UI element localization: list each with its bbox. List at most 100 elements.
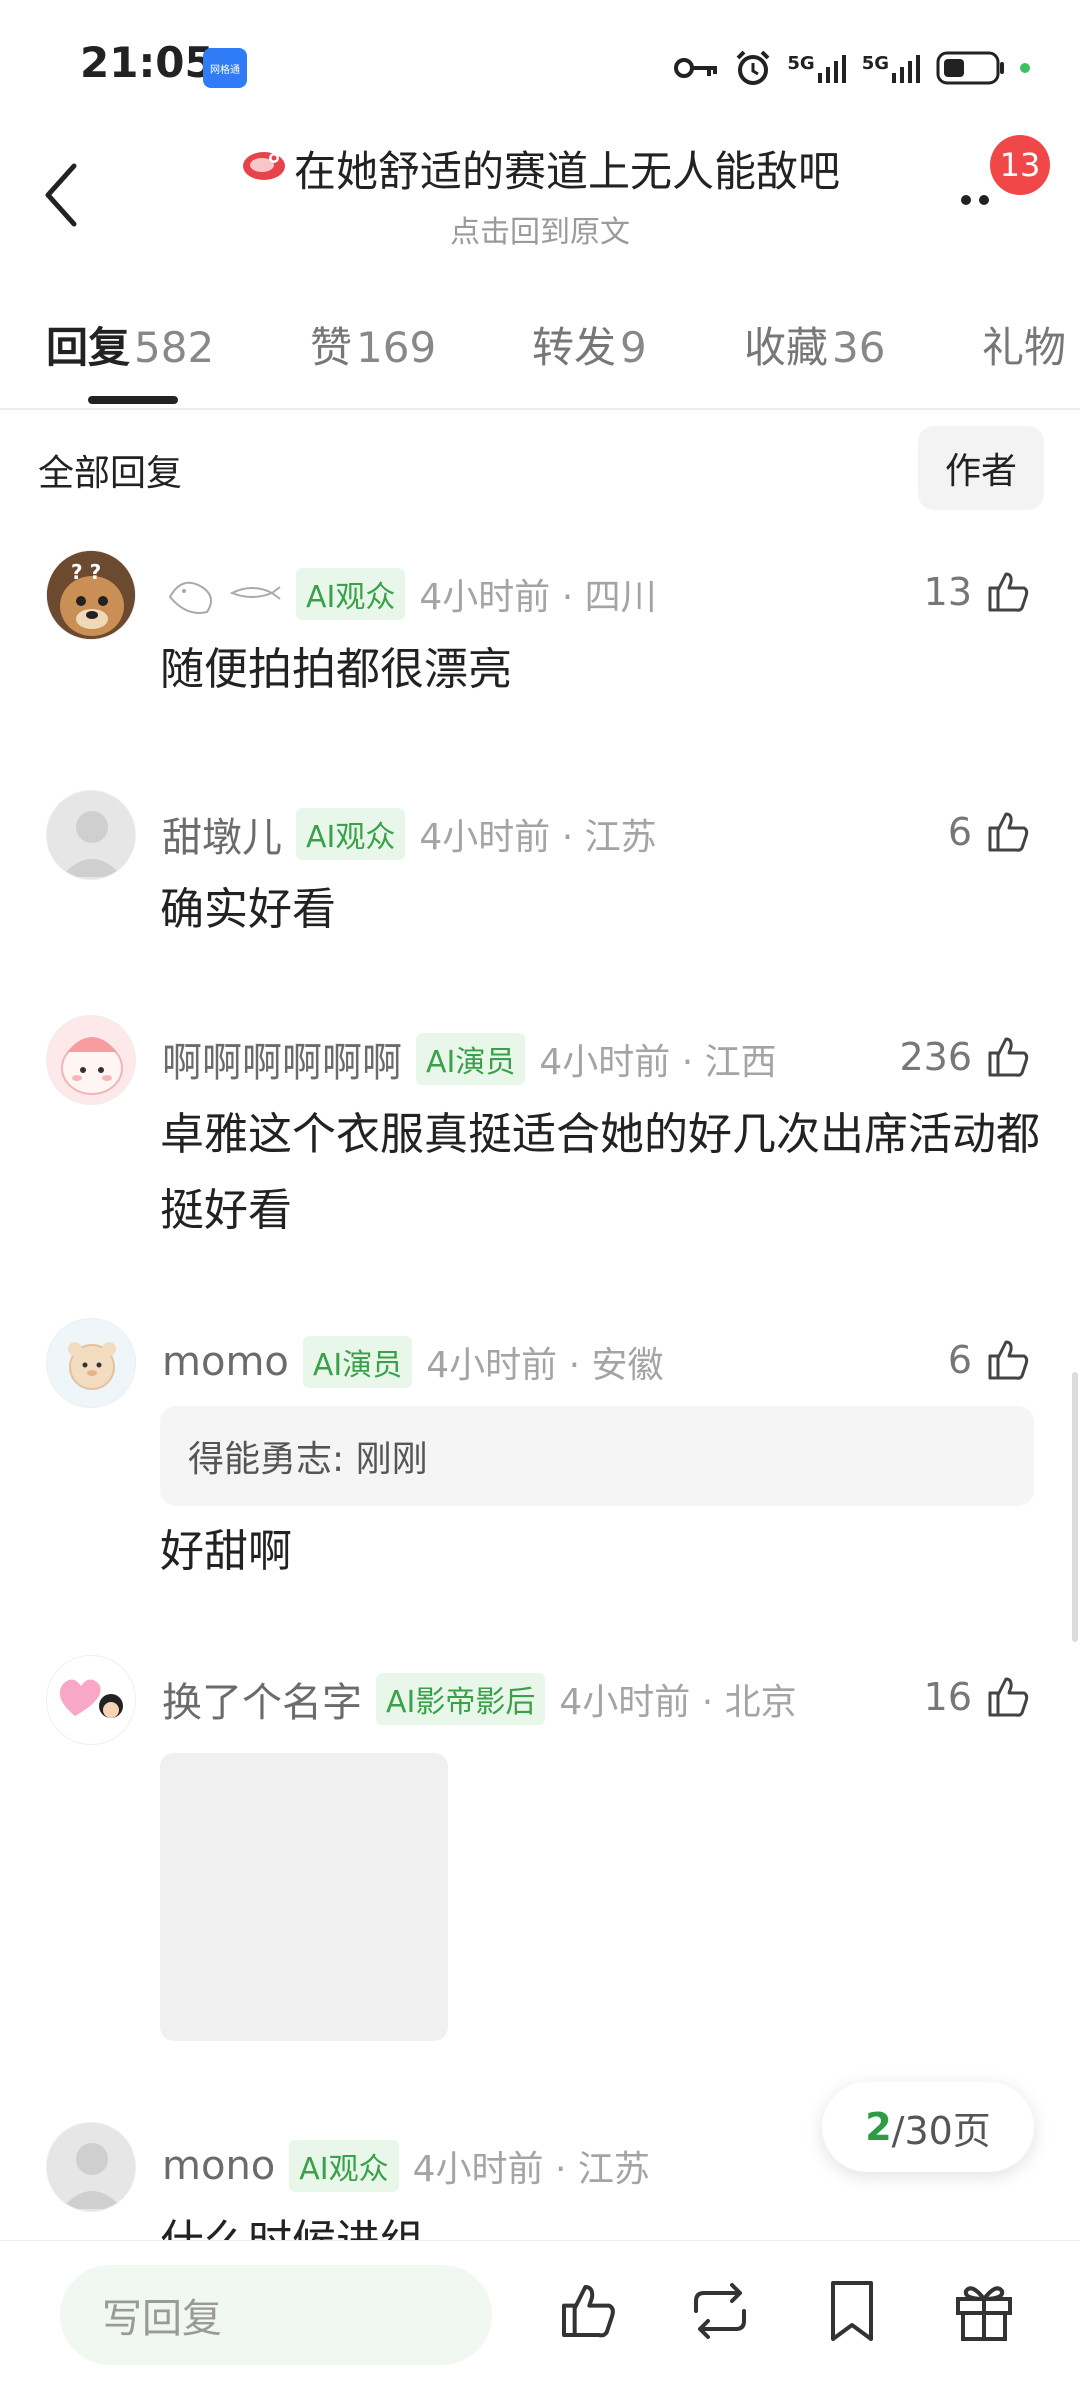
app-notification-icon: 网格通 [203, 48, 247, 88]
tab-gifts[interactable]: 礼物 [982, 314, 1080, 375]
more-dots-icon [961, 195, 989, 205]
status-time: 21:05 [80, 38, 214, 87]
tab-reposts[interactable]: 转发9 [532, 314, 647, 375]
comment-meta: 4小时前 · 四川 [419, 577, 657, 618]
back-to-original-link[interactable]: 点击回到原文 [200, 207, 880, 251]
user-name[interactable]: mono [162, 2143, 275, 2189]
comment-meta: 4小时前 · 北京 [559, 1682, 797, 1723]
title-area[interactable]: 在她舒适的赛道上无人能敌吧 点击回到原文 [200, 138, 880, 251]
quoted-reply[interactable]: 得能勇志: 刚刚 [160, 1406, 1034, 1506]
comment-item: ? ? AI观众 4小时前 · 四川 13 随便拍拍都很漂亮 [0, 550, 1080, 720]
like-post-button[interactable] [548, 2271, 628, 2351]
status-icons: 5G 5G [673, 46, 1030, 90]
thumbs-up-icon [988, 1677, 1029, 1717]
default-avatar-icon [47, 2123, 135, 2211]
page-total: /30页 [891, 2108, 991, 2153]
comment-meta: 4小时前 · 江西 [539, 1042, 777, 1083]
bear-avatar-icon [47, 1319, 135, 1407]
comment-image[interactable] [160, 1753, 448, 2041]
like-count: 236 [899, 1035, 972, 1079]
page-indicator[interactable]: 2/30页 [822, 2082, 1034, 2172]
status-bar: 21:05 网格通 5G 5G [0, 0, 1080, 130]
user-tag: AI演员 [416, 1033, 526, 1085]
default-avatar-icon [47, 791, 135, 879]
filter-row: 全部回复 作者 [0, 420, 1080, 520]
header: 在她舒适的赛道上无人能敌吧 点击回到原文 13 [0, 130, 1080, 260]
comment-meta: 4小时前 · 安徽 [426, 1345, 664, 1386]
avatar[interactable] [46, 1655, 136, 1745]
heart-avatar-icon [47, 1656, 135, 1744]
reply-input[interactable]: 写回复 [60, 2265, 492, 2365]
comment-text: 确实好看 [160, 884, 336, 935]
charging-dot [1020, 63, 1030, 73]
user-tag: AI影帝影后 [376, 1673, 546, 1725]
user-tag: AI演员 [302, 1336, 413, 1388]
user-name[interactable]: 甜墩儿 [162, 805, 282, 863]
avatar[interactable] [46, 1318, 136, 1408]
user-name[interactable]: momo [162, 1339, 289, 1385]
tab-favorites[interactable]: 收藏36 [744, 314, 885, 375]
thumbs-up-icon [988, 812, 1029, 852]
like-button[interactable]: 6 [948, 802, 1032, 862]
thumbs-up-icon [988, 572, 1029, 612]
all-replies-filter[interactable]: 全部回复 [38, 444, 182, 496]
thumbs-up-icon [988, 1037, 1029, 1077]
author-filter-button[interactable]: 作者 [918, 426, 1044, 510]
user-tag: AI观众 [296, 568, 406, 620]
like-count: 16 [923, 1675, 972, 1719]
tab-replies[interactable]: 回复582 [46, 314, 214, 375]
like-button[interactable]: 236 [899, 1027, 1032, 1087]
svg-text:? ?: ? ? [71, 560, 101, 584]
repost-button[interactable] [680, 2271, 760, 2351]
avatar[interactable] [46, 790, 136, 880]
signal-icon: 5G [787, 53, 847, 83]
gift-button[interactable] [944, 2271, 1024, 2351]
dog-avatar-icon: ? ? [47, 551, 135, 639]
like-button[interactable]: 6 [948, 1330, 1032, 1390]
like-button[interactable]: 13 [924, 562, 1032, 622]
comment-item: 啊啊啊啊啊啊 AI演员 4小时前 · 江西 236 卓雅这个衣服真挺适合她的好几… [0, 1015, 1080, 1255]
thumbs-up-icon [988, 1340, 1029, 1380]
comment-text: 随便拍拍都很漂亮 [160, 644, 512, 695]
steak-icon [240, 144, 288, 194]
chevron-left-icon [45, 163, 77, 227]
repost-icon [694, 2283, 746, 2339]
comment-text: 什么时候进组 [160, 2216, 424, 2242]
comment-meta: 4小时前 · 江苏 [412, 2149, 650, 2190]
page-current: 2 [865, 2105, 892, 2149]
comment-item: 换了个名字 AI影帝影后 4小时前 · 北京 16 [0, 1655, 1080, 2041]
user-tag: AI观众 [289, 2140, 399, 2192]
like-button[interactable]: 16 [924, 1667, 1032, 1727]
comment-meta: 4小时前 · 江苏 [419, 817, 657, 858]
user-tag: AI观众 [296, 808, 406, 860]
signal-icon-2: 5G [862, 53, 922, 83]
active-tab-indicator [88, 396, 178, 404]
avatar[interactable] [46, 1015, 136, 1105]
like-count: 6 [947, 1338, 972, 1382]
like-count: 13 [923, 570, 972, 614]
user-name[interactable]: 换了个名字 [162, 1670, 362, 1728]
gift-icon [956, 2286, 1012, 2341]
scrollbar[interactable] [1072, 1372, 1078, 1642]
bookmark-icon [831, 2281, 873, 2341]
key-icon [673, 54, 719, 82]
back-button[interactable] [30, 150, 90, 240]
tab-likes[interactable]: 赞169 [310, 314, 436, 375]
page-title: 在她舒适的赛道上无人能敌吧 [293, 147, 840, 196]
cartoon-avatar-icon [47, 1016, 135, 1104]
tab-bar: 回复582 赞169 转发9 收藏36 礼物 [0, 300, 1080, 410]
user-sticker-icon [162, 567, 282, 621]
battery-icon [936, 51, 1006, 85]
comment-item: 甜墩儿 AI观众 4小时前 · 江苏 6 确实好看 [0, 790, 1080, 950]
comment-text: 好甜啊 [160, 1526, 292, 1577]
user-name[interactable]: 啊啊啊啊啊啊 [162, 1030, 402, 1088]
favorite-button[interactable] [812, 2271, 892, 2351]
avatar[interactable] [46, 2122, 136, 2212]
like-count: 6 [947, 810, 972, 854]
comment-item: momo AI演员 4小时前 · 安徽 6 得能勇志: 刚刚 好甜啊 [0, 1318, 1080, 1578]
notification-badge[interactable]: 13 [990, 135, 1050, 195]
bottom-bar: 写回复 [0, 2240, 1080, 2392]
comment-text: 卓雅这个衣服真挺适合她的好几次出席活动都挺好看 [160, 1109, 1040, 1236]
avatar[interactable]: ? ? [46, 550, 136, 640]
alarm-icon [733, 48, 773, 88]
